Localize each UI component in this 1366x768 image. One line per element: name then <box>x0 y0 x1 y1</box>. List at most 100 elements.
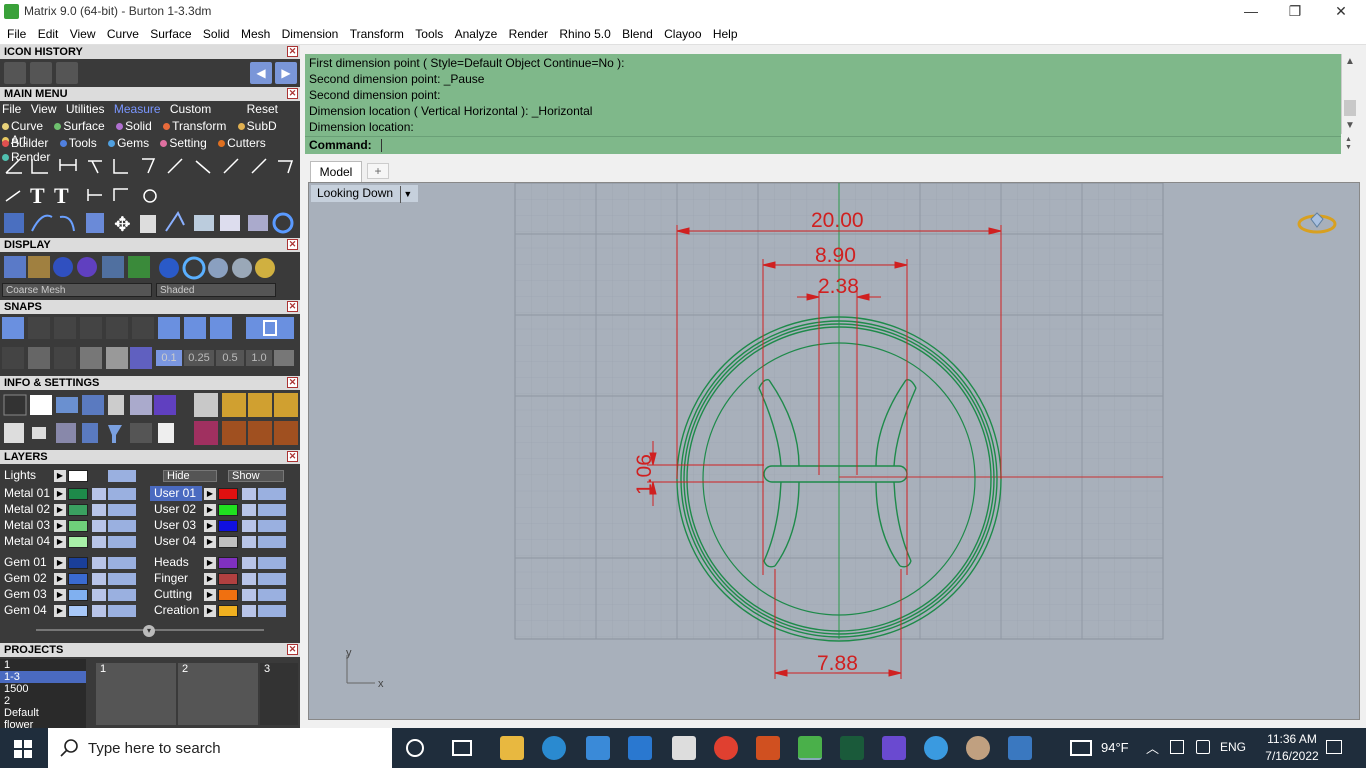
layer-row[interactable]: Gem 01 ▶ <box>0 555 148 570</box>
lock-icon[interactable] <box>92 536 106 548</box>
layer-visibility-toggle[interactable] <box>258 520 286 532</box>
menu-tools-item[interactable]: Tools <box>59 136 101 150</box>
layer-color[interactable] <box>218 605 238 617</box>
menu-transform-item[interactable]: Transform <box>163 119 230 133</box>
snap-value-0-1[interactable]: 0.1 <box>156 350 182 366</box>
project-item[interactable]: 1500 <box>0 683 86 695</box>
layer-visibility-toggle[interactable] <box>108 504 136 516</box>
tab-measure[interactable]: Measure <box>114 102 161 116</box>
lock-icon[interactable] <box>92 504 106 516</box>
menu-setting-item[interactable]: Setting <box>160 136 210 150</box>
scroll-up-icon[interactable]: ▲ <box>1345 56 1355 67</box>
menu-clayoo[interactable]: Clayoo <box>660 23 705 45</box>
tab-file[interactable]: File <box>2 102 21 116</box>
menu-surface-item[interactable]: Surface <box>54 119 108 133</box>
hide-button[interactable]: Hide <box>163 470 217 482</box>
layer-row[interactable]: Metal 03 ▶ <box>0 518 148 533</box>
layer-visibility-toggle[interactable] <box>258 605 286 617</box>
layer-color[interactable] <box>68 488 88 500</box>
layer-color[interactable] <box>68 605 88 617</box>
layer-row[interactable]: User 01 ▶ <box>150 486 298 501</box>
menu-solid[interactable]: Solid <box>199 23 234 45</box>
layer-color[interactable] <box>218 573 238 585</box>
language-indicator[interactable]: ENG <box>1220 740 1246 754</box>
layer-row[interactable]: Metal 01 ▶ <box>0 486 148 501</box>
network-icon[interactable] <box>1170 740 1184 754</box>
snap-value-1-0[interactable]: 1.0 <box>246 350 272 366</box>
snap-value-0-25[interactable]: 0.25 <box>184 350 214 366</box>
layer-arrow-icon[interactable]: ▶ <box>54 605 66 617</box>
layer-row[interactable]: Finger ▶ <box>150 571 298 586</box>
lock-icon[interactable] <box>242 504 256 516</box>
layer-color[interactable] <box>68 589 88 601</box>
clock-date[interactable]: 7/16/2022 <box>1256 749 1328 763</box>
layer-arrow-icon[interactable]: ▶ <box>204 605 216 617</box>
lock-icon[interactable] <box>92 557 106 569</box>
layer-arrow-icon[interactable]: ▶ <box>204 520 216 532</box>
layer-arrow-icon[interactable]: ▶ <box>204 589 216 601</box>
layer-arrow-icon[interactable]: ▶ <box>204 504 216 516</box>
command-scrollbar[interactable]: ▲ ▼ <box>1341 54 1358 134</box>
layer-arrow-icon[interactable]: ▶ <box>54 488 66 500</box>
layer-visibility-toggle[interactable] <box>258 488 286 500</box>
scroll-thumb[interactable] <box>1344 100 1356 116</box>
folder-icon[interactable] <box>56 62 78 84</box>
layer-visibility-toggle[interactable] <box>258 573 286 585</box>
menu-dimension[interactable]: Dimension <box>278 23 343 45</box>
matrix-icon[interactable] <box>798 736 822 760</box>
minimize-button[interactable]: — <box>1236 2 1266 20</box>
layer-color[interactable] <box>68 536 88 548</box>
layer-row[interactable]: User 02 ▶ <box>150 502 298 517</box>
close-icon[interactable]: ✕ <box>287 239 298 250</box>
menu-analyze[interactable]: Analyze <box>451 23 502 45</box>
close-icon[interactable]: ✕ <box>287 377 298 388</box>
layer-color[interactable] <box>68 504 88 516</box>
reset-button[interactable]: Reset <box>247 102 278 116</box>
layer-visibility-toggle[interactable] <box>258 536 286 548</box>
lights-color[interactable] <box>68 470 88 482</box>
layer-arrow-icon[interactable]: ▶ <box>204 488 216 500</box>
add-tab-icon[interactable]: + <box>367 163 389 179</box>
menu-help[interactable]: Help <box>709 23 742 45</box>
menu-cutters-item[interactable]: Cutters <box>218 136 270 150</box>
layer-color[interactable] <box>218 589 238 601</box>
layer-row[interactable]: Heads ▶ <box>150 555 298 570</box>
mesh-quality-select[interactable]: Coarse Mesh <box>2 283 152 297</box>
menu-render[interactable]: Render <box>505 23 552 45</box>
weather-temp[interactable]: 94°F <box>1101 740 1129 755</box>
layer-row[interactable]: Gem 04 ▶ <box>0 603 148 618</box>
layer-row[interactable]: Creation ▶ <box>150 603 298 618</box>
app-icon[interactable] <box>840 736 864 760</box>
menu-subd-item[interactable]: SubD <box>237 119 281 133</box>
menu-file[interactable]: File <box>3 23 30 45</box>
menu-curve-item[interactable]: Curve <box>2 119 47 133</box>
lock-icon[interactable] <box>92 589 106 601</box>
ring-preview-icon[interactable] <box>1297 212 1337 234</box>
layer-row[interactable]: User 03 ▶ <box>150 518 298 533</box>
layer-row[interactable]: Gem 02 ▶ <box>0 571 148 586</box>
menu-surface[interactable]: Surface <box>146 23 195 45</box>
project-thumb[interactable]: 2 <box>178 663 258 725</box>
tab-custom[interactable]: Custom <box>170 102 211 116</box>
lights-toggle[interactable] <box>108 470 136 482</box>
volume-icon[interactable] <box>1196 740 1210 754</box>
menu-curve[interactable]: Curve <box>103 23 143 45</box>
layer-color[interactable] <box>218 504 238 516</box>
app-icon[interactable] <box>756 736 780 760</box>
weather-icon[interactable] <box>1070 740 1092 756</box>
chevron-down-icon[interactable]: ▼ <box>400 186 412 203</box>
lock-icon[interactable] <box>92 605 106 617</box>
cortana-icon[interactable] <box>406 739 424 757</box>
layer-visibility-toggle[interactable] <box>108 536 136 548</box>
menu-rhino[interactable]: Rhino 5.0 <box>555 23 614 45</box>
layer-visibility-toggle[interactable] <box>108 589 136 601</box>
visual-studio-icon[interactable] <box>882 736 906 760</box>
layer-visibility-toggle[interactable] <box>108 488 136 500</box>
zoom-icon[interactable] <box>924 736 948 760</box>
menu-blend[interactable]: Blend <box>618 23 657 45</box>
close-icon[interactable]: ✕ <box>287 46 298 57</box>
viewport[interactable]: 20.00 8.90 2.38 1.06 7.88 y x Looking Do… <box>308 182 1360 720</box>
show-button[interactable]: Show <box>228 470 284 482</box>
menu-gems-item[interactable]: Gems <box>108 136 153 150</box>
project-thumb[interactable]: 1 <box>96 663 176 725</box>
